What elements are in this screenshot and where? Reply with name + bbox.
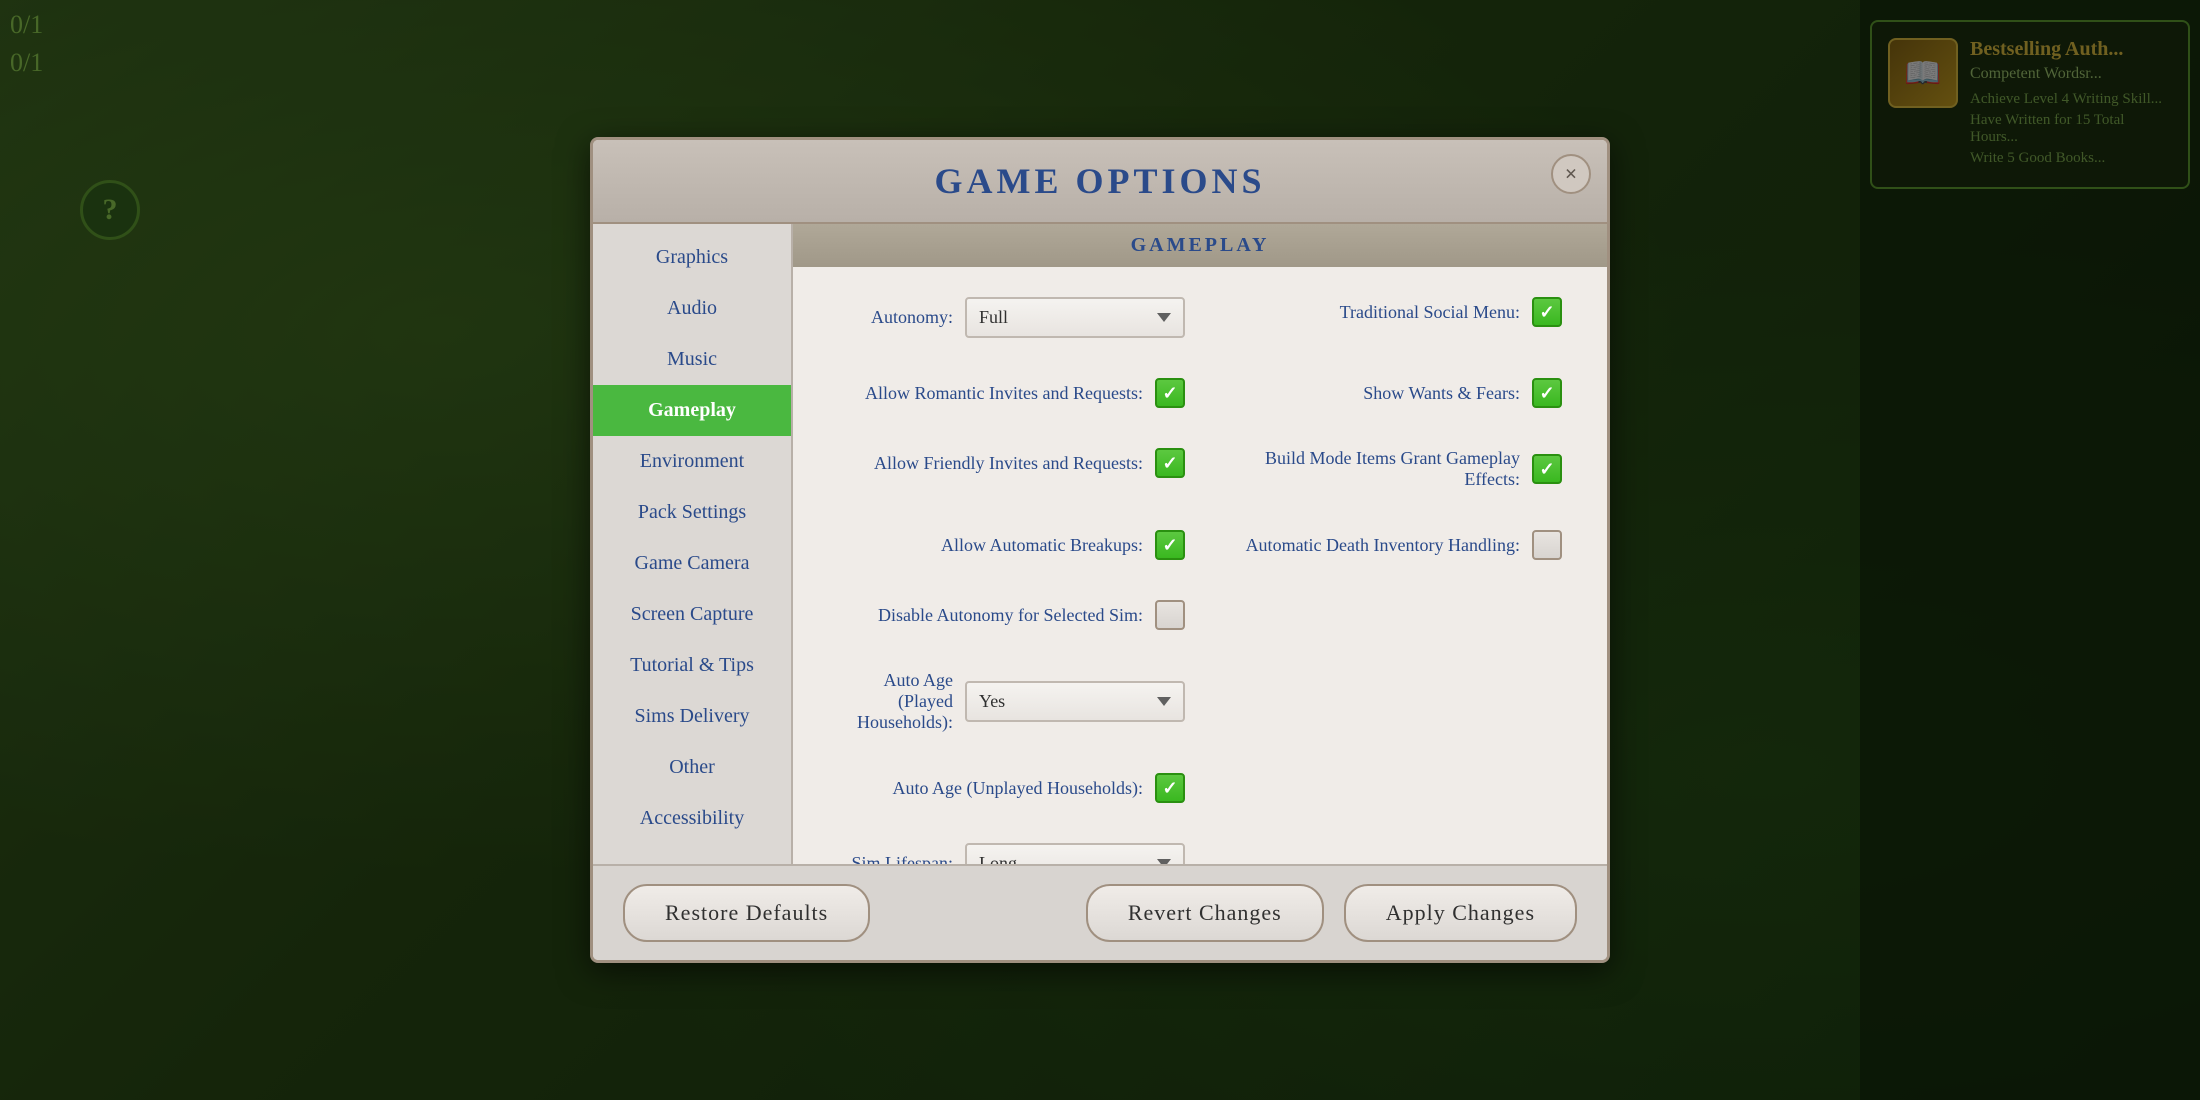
auto-breakups-row: Allow Automatic Breakups: — [838, 530, 1185, 560]
modal-footer: Restore Defaults Revert Changes Apply Ch… — [593, 864, 1607, 960]
modal-header: Game Options × — [593, 140, 1607, 224]
auto-age-played-dropdown[interactable]: Yes — [965, 681, 1185, 722]
autonomy-col: Autonomy: Full — [823, 287, 1200, 368]
sim-lifespan-arrow — [1157, 859, 1171, 864]
main-content: Gameplay Autonomy: Full — [793, 224, 1607, 864]
sidebar-item-graphics[interactable]: Graphics — [593, 232, 791, 283]
auto-age-played-row: Auto Age (Played Households): Yes — [838, 670, 1185, 733]
allow-romantic-col: Allow Romantic Invites and Requests: — [823, 368, 1200, 438]
show-wants-col: Show Wants & Fears: — [1200, 368, 1577, 438]
auto-age-unplayed-checkbox[interactable] — [1155, 773, 1185, 803]
traditional-social-label: Traditional Social Menu: — [1215, 302, 1520, 323]
sim-lifespan-label: Sim Lifespan: — [838, 853, 953, 864]
allow-friendly-col: Allow Friendly Invites and Requests: — [823, 438, 1200, 520]
auto-death-row: Automatic Death Inventory Handling: — [1215, 530, 1562, 560]
sidebar-item-gameplay[interactable]: Gameplay — [593, 385, 791, 436]
sim-lifespan-row: Sim Lifespan: Long — [838, 843, 1185, 864]
revert-changes-button[interactable]: Revert Changes — [1086, 884, 1324, 942]
modal-title: Game Options — [934, 161, 1265, 201]
close-icon: × — [1565, 161, 1578, 187]
auto-age-unplayed-row: Auto Age (Unplayed Households): — [838, 773, 1185, 803]
sidebar-item-environment[interactable]: Environment — [593, 436, 791, 487]
empty-col-2 — [1200, 660, 1577, 763]
sim-lifespan-col: Sim Lifespan: Long — [823, 833, 1200, 864]
auto-age-played-value: Yes — [979, 691, 1157, 712]
allow-friendly-row: Allow Friendly Invites and Requests: — [838, 448, 1185, 478]
disable-autonomy-label: Disable Autonomy for Selected Sim: — [838, 605, 1143, 626]
traditional-social-row: Traditional Social Menu: — [1215, 297, 1562, 327]
auto-death-checkbox[interactable] — [1532, 530, 1562, 560]
auto-age-played-col: Auto Age (Played Households): Yes — [823, 660, 1200, 763]
auto-age-unplayed-col: Auto Age (Unplayed Households): — [823, 763, 1200, 833]
autonomy-value: Full — [979, 307, 1157, 328]
disable-autonomy-row: Disable Autonomy for Selected Sim: — [838, 600, 1185, 630]
auto-breakups-label: Allow Automatic Breakups: — [838, 535, 1143, 556]
modal-body: Graphics Audio Music Gameplay Environmen… — [593, 224, 1607, 864]
allow-friendly-checkbox[interactable] — [1155, 448, 1185, 478]
traditional-social-col: Traditional Social Menu: — [1200, 287, 1577, 368]
autonomy-dropdown-arrow — [1157, 313, 1171, 322]
show-wants-row: Show Wants & Fears: — [1215, 378, 1562, 408]
modal-overlay: Game Options × Graphics Audio Music Game… — [0, 0, 2200, 1100]
close-button[interactable]: × — [1551, 154, 1591, 194]
empty-col-4 — [1200, 833, 1577, 864]
empty-col-1 — [1200, 590, 1577, 660]
disable-autonomy-col: Disable Autonomy for Selected Sim: — [823, 590, 1200, 660]
autonomy-row: Autonomy: Full — [838, 297, 1185, 338]
sidebar: Graphics Audio Music Gameplay Environmen… — [593, 224, 793, 864]
build-mode-checkbox[interactable] — [1532, 454, 1562, 484]
sidebar-item-other[interactable]: Other — [593, 742, 791, 793]
sim-lifespan-value: Long — [979, 853, 1157, 864]
build-mode-col: Build Mode Items Grant Gameplay Effects: — [1200, 438, 1577, 520]
sim-lifespan-dropdown[interactable]: Long — [965, 843, 1185, 864]
sidebar-item-screen-capture[interactable]: Screen Capture — [593, 589, 791, 640]
auto-death-label: Automatic Death Inventory Handling: — [1215, 535, 1520, 556]
show-wants-label: Show Wants & Fears: — [1215, 383, 1520, 404]
apply-changes-button[interactable]: Apply Changes — [1344, 884, 1577, 942]
auto-breakups-col: Allow Automatic Breakups: — [823, 520, 1200, 590]
auto-death-col: Automatic Death Inventory Handling: — [1200, 520, 1577, 590]
footer-right-buttons: Revert Changes Apply Changes — [1086, 884, 1577, 942]
auto-breakups-checkbox[interactable] — [1155, 530, 1185, 560]
sidebar-item-game-camera[interactable]: Game Camera — [593, 538, 791, 589]
allow-romantic-checkbox[interactable] — [1155, 378, 1185, 408]
sidebar-item-tutorial-tips[interactable]: Tutorial & Tips — [593, 640, 791, 691]
auto-age-played-arrow — [1157, 697, 1171, 706]
sidebar-item-music[interactable]: Music — [593, 334, 791, 385]
auto-age-played-label: Auto Age (Played Households): — [838, 670, 953, 733]
build-mode-label: Build Mode Items Grant Gameplay Effects: — [1215, 448, 1520, 490]
traditional-social-checkbox[interactable] — [1532, 297, 1562, 327]
allow-romantic-row: Allow Romantic Invites and Requests: — [838, 378, 1185, 408]
autonomy-dropdown[interactable]: Full — [965, 297, 1185, 338]
allow-friendly-label: Allow Friendly Invites and Requests: — [838, 453, 1143, 474]
empty-col-3 — [1200, 763, 1577, 833]
sidebar-item-pack-settings[interactable]: Pack Settings — [593, 487, 791, 538]
disable-autonomy-checkbox[interactable] — [1155, 600, 1185, 630]
allow-romantic-label: Allow Romantic Invites and Requests: — [838, 383, 1143, 404]
section-header: Gameplay — [793, 224, 1607, 267]
game-options-modal: Game Options × Graphics Audio Music Game… — [590, 137, 1610, 963]
build-mode-row: Build Mode Items Grant Gameplay Effects: — [1215, 448, 1562, 490]
autonomy-label: Autonomy: — [838, 307, 953, 328]
content-area: Autonomy: Full Traditional Social Menu: — [793, 267, 1607, 864]
auto-age-unplayed-label: Auto Age (Unplayed Households): — [838, 778, 1143, 799]
sidebar-item-accessibility[interactable]: Accessibility — [593, 793, 791, 844]
sidebar-item-audio[interactable]: Audio — [593, 283, 791, 334]
restore-defaults-button[interactable]: Restore Defaults — [623, 884, 870, 942]
sidebar-item-sims-delivery[interactable]: Sims Delivery — [593, 691, 791, 742]
show-wants-checkbox[interactable] — [1532, 378, 1562, 408]
